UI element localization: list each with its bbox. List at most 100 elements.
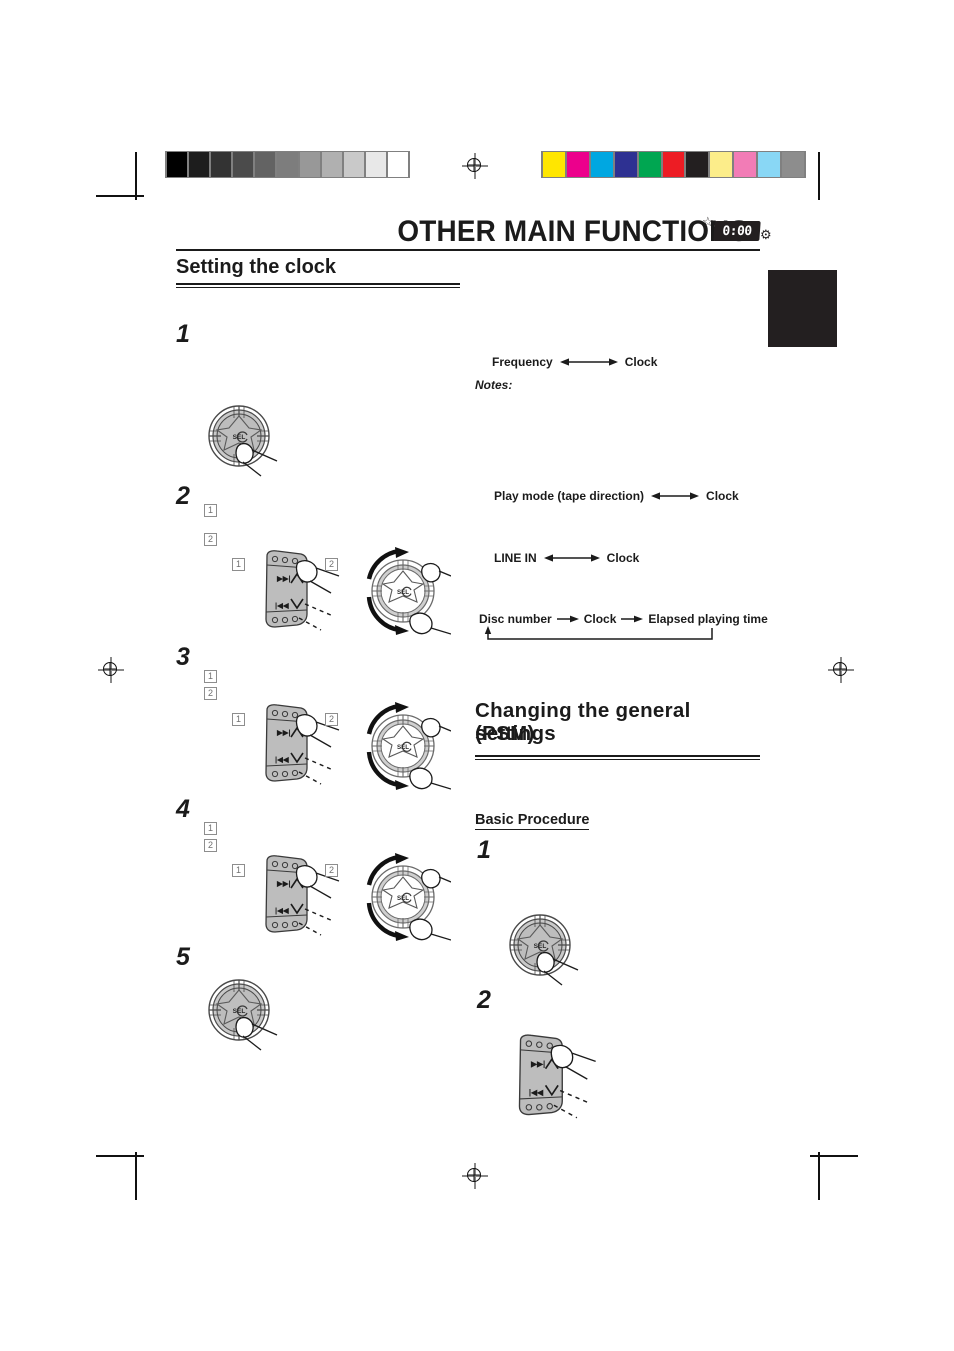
psm-step-number-1: 1 [477, 836, 491, 864]
flow-right-label: Clock [606, 551, 640, 565]
double-arrow-icon [651, 490, 700, 502]
grayscale-swatch-3 [233, 152, 254, 177]
color-swatch-2 [590, 152, 613, 177]
substep-marker-4-2: 2 [204, 839, 217, 852]
grayscale-swatch-6 [299, 152, 320, 177]
substep-marker-3-2: 2 [204, 687, 217, 700]
title-rule [176, 249, 760, 251]
flow-left-label: Play mode (tape direction) [494, 489, 645, 503]
substep-label-2-panel: 1 [232, 558, 245, 571]
flow-line-frequency-clock: Frequency Clock [492, 356, 657, 368]
crop-mark-tl-h [96, 195, 144, 197]
crop-mark-bl-h [96, 1155, 144, 1157]
flow-right-label: Clock [624, 355, 658, 369]
flow-line-playmode-clock: Play mode (tape direction) Clock [494, 490, 739, 502]
color-swatch-8 [734, 152, 757, 177]
svg-text:▶▶|: ▶▶| [530, 1060, 545, 1069]
svg-text:SEL: SEL [397, 589, 409, 596]
section-heading-setting-clock: Setting the clock [176, 256, 337, 278]
step-number-3: 3 [176, 643, 190, 671]
color-swatch-6 [686, 152, 709, 177]
grayscale-swatch-5 [277, 152, 298, 177]
color-swatch-7 [710, 152, 733, 177]
clock-badge-time: 0:00 [721, 223, 753, 239]
cycle-label-clock: Clock [583, 612, 617, 626]
double-arrow-icon [543, 552, 600, 564]
step-number-5: 5 [176, 943, 190, 971]
step-number-1: 1 [176, 320, 190, 348]
flow-left-label: Frequency [492, 355, 553, 369]
substep-marker-2-1: 1 [204, 504, 217, 517]
color-swatch-4 [638, 152, 661, 177]
gear-icon: ⚙ [760, 227, 772, 242]
section-rule-psm [475, 755, 760, 761]
color-swatch-10 [782, 152, 804, 177]
color-swatch-3 [614, 152, 637, 177]
psm-step-number-2: 2 [477, 986, 491, 1014]
page-title: OTHER MAIN FUNCTIONS [397, 215, 749, 248]
step-number-4: 4 [176, 795, 190, 823]
substep-label-3-knob: 2 [325, 713, 338, 726]
crop-mark-tl-v [135, 152, 137, 200]
svg-text:SEL: SEL [397, 744, 409, 751]
grayscale-swatch-7 [321, 152, 342, 177]
grayscale-swatch-4 [255, 152, 276, 177]
illustration-turn-sel-knob-4: SEL [355, 851, 452, 948]
color-swatch-9 [758, 152, 781, 177]
registration-target-icon-top [462, 153, 488, 179]
color-swatch-0 [543, 152, 565, 177]
flow-left-label: LINE IN [494, 551, 537, 565]
flow-right-label: Clock [706, 489, 739, 503]
illustration-psm-panel-updown: ▶▶| |◀◀ [508, 1030, 604, 1127]
grayscale-swatch-9 [365, 152, 386, 177]
step-number-2: 2 [176, 482, 190, 510]
registration-target-icon-bottom [462, 1163, 488, 1189]
cycle-label-elapsed-time: Elapsed playing time [648, 612, 768, 626]
single-arrow-icon-2 [621, 613, 644, 625]
substep-marker-2-2: 2 [204, 533, 217, 546]
double-arrow-icon [559, 356, 618, 368]
svg-text:SEL: SEL [233, 434, 246, 441]
crop-mark-br-h [810, 1155, 858, 1157]
grayscale-swatch-2 [211, 152, 232, 177]
crop-mark-bl-v [135, 1152, 137, 1200]
color-swatch-1 [566, 152, 589, 177]
illustration-psm-press-sel-knob: SEL [508, 913, 600, 998]
grayscale-calibration-bar [165, 151, 410, 178]
page-edge-tab [768, 270, 837, 347]
sub-heading-basic-procedure: Basic Procedure [475, 812, 590, 830]
crop-mark-tr-v [818, 152, 820, 200]
illustration-press-sel-knob-1: SEL [207, 404, 278, 477]
grayscale-swatch-1 [189, 152, 210, 177]
color-swatch-5 [662, 152, 685, 177]
illustration-press-sel-knob-5: SEL [207, 978, 299, 1063]
grayscale-swatch-8 [343, 152, 364, 177]
svg-text:|◀◀: |◀◀ [275, 601, 290, 610]
svg-text:|◀◀: |◀◀ [275, 755, 290, 764]
svg-text:▶▶|: ▶▶| [276, 879, 291, 888]
substep-label-4-panel: 1 [232, 864, 245, 877]
cycle-loopback-arrow [484, 626, 714, 644]
registration-target-icon-left [98, 657, 124, 683]
svg-text:SEL: SEL [397, 895, 409, 902]
substep-label-4-knob: 2 [325, 864, 338, 877]
cycle-label-disc-number: Disc number [479, 612, 552, 626]
svg-text:|◀◀: |◀◀ [529, 1088, 544, 1097]
grayscale-swatch-10 [387, 152, 409, 177]
illustration-turn-sel-knob-3: SEL [355, 700, 452, 797]
svg-text:SEL: SEL [534, 943, 547, 950]
notes-label: Notes: [475, 378, 513, 392]
clock-badge: ☆ 0:00 ⚙ [700, 215, 778, 247]
substep-label-3-panel: 1 [232, 713, 245, 726]
substep-marker-3-1: 1 [204, 670, 217, 683]
section-rule-setting-clock [176, 283, 460, 289]
flow-line-disc-cycle: Disc number Clock Elapsed playing time [479, 613, 768, 625]
substep-label-2-knob: 2 [325, 558, 338, 571]
registration-target-icon-right [828, 657, 854, 683]
svg-text:▶▶|: ▶▶| [276, 728, 291, 737]
color-calibration-bar [541, 151, 806, 178]
svg-text:|◀◀: |◀◀ [275, 906, 290, 915]
svg-text:SEL: SEL [233, 1008, 246, 1015]
illustration-turn-sel-knob-2: SEL [355, 545, 452, 642]
svg-text:▶▶|: ▶▶| [276, 574, 291, 583]
